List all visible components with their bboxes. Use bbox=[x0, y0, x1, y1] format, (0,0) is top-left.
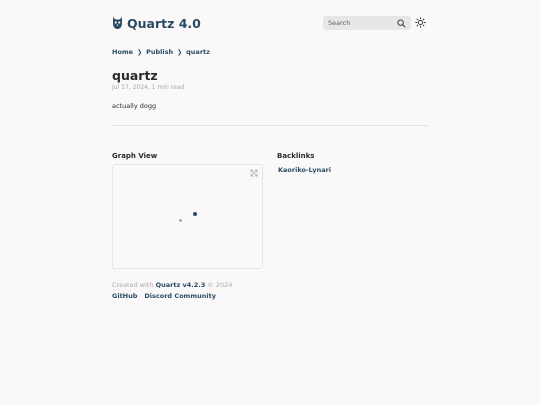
graph-view-title: Graph View bbox=[112, 152, 158, 160]
expand-icon[interactable] bbox=[250, 169, 258, 177]
discord-link[interactable]: Discord Community bbox=[144, 292, 216, 300]
article-date: Jul 17, 2024, bbox=[112, 84, 150, 91]
breadcrumb-separator: ❯ bbox=[177, 48, 183, 56]
graph-node-current[interactable] bbox=[193, 212, 197, 216]
breadcrumb: Home ❯ Publish ❯ quartz bbox=[112, 47, 210, 57]
footer-credit: Created with Quartz v4.2.3 © 2024 bbox=[112, 281, 232, 289]
article-meta: Jul 17, 2024, 1 min read bbox=[112, 84, 184, 91]
sun-icon[interactable] bbox=[415, 17, 426, 28]
read-time: 1 min read bbox=[151, 84, 185, 91]
breadcrumb-publish[interactable]: Publish bbox=[146, 48, 173, 56]
header: Quartz 4.0 Search bbox=[112, 13, 428, 33]
footer-links: GitHub Discord Community bbox=[112, 292, 216, 300]
footer-created-with: Created with bbox=[112, 281, 154, 289]
breadcrumb-separator: ❯ bbox=[137, 48, 143, 56]
site-brand[interactable]: Quartz 4.0 bbox=[112, 13, 201, 33]
site-title[interactable]: Quartz 4.0 bbox=[127, 16, 201, 31]
breadcrumb-home[interactable]: Home bbox=[112, 48, 133, 56]
search-bar[interactable]: Search bbox=[323, 16, 411, 30]
github-link[interactable]: GitHub bbox=[112, 292, 137, 300]
graph-view[interactable] bbox=[112, 164, 263, 269]
graph-node-neighbor[interactable] bbox=[179, 219, 182, 222]
search-placeholder[interactable]: Search bbox=[328, 19, 397, 27]
page-title: quartz bbox=[112, 68, 158, 83]
backlinks-title: Backlinks bbox=[277, 152, 315, 160]
article-body: actually dogg bbox=[112, 102, 157, 110]
quartz-owl-icon bbox=[113, 17, 122, 29]
search-icon[interactable] bbox=[397, 18, 406, 28]
breadcrumb-current[interactable]: quartz bbox=[186, 48, 210, 56]
page: Quartz 4.0 Search Home ❯ Publish ❯ quart… bbox=[112, 0, 428, 405]
quartz-link[interactable]: Quartz v4.2.3 bbox=[156, 281, 206, 289]
footer-copyright: © 2024 bbox=[207, 281, 233, 289]
divider bbox=[112, 125, 428, 126]
backlink-item[interactable]: Kaoriko-Lynari bbox=[278, 166, 331, 174]
